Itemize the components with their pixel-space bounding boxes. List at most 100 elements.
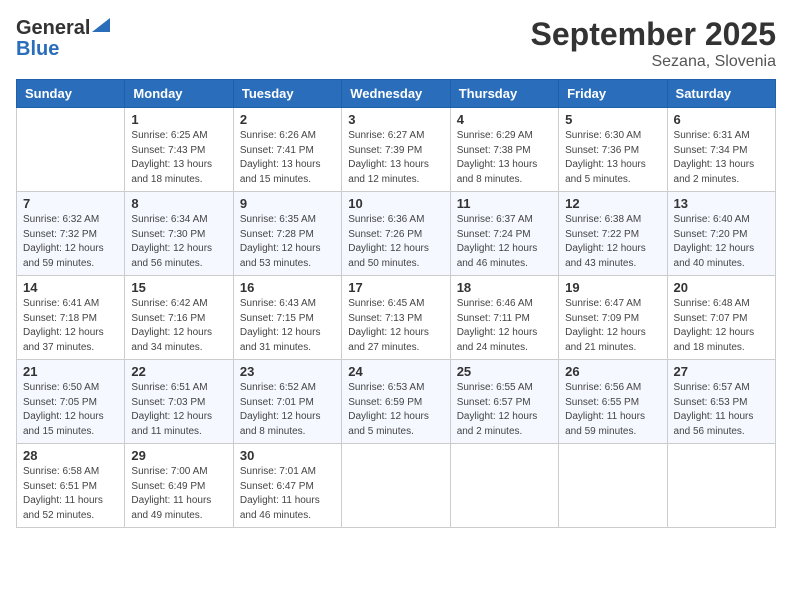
day-number: 13 [674,196,769,211]
day-number: 28 [23,448,118,463]
day-number: 17 [348,280,443,295]
day-number: 19 [565,280,660,295]
table-row: 18 Sunrise: 6:46 AMSunset: 7:11 PMDaylig… [450,276,558,360]
day-info: Sunrise: 6:57 AMSunset: 6:53 PMDaylight:… [674,381,769,439]
table-row: 20 Sunrise: 6:48 AMSunset: 7:07 PMDaylig… [667,276,775,360]
day-info: Sunrise: 6:45 AMSunset: 7:13 PMDaylight:… [348,297,443,355]
table-row: 27 Sunrise: 6:57 AMSunset: 6:53 PMDaylig… [667,360,775,444]
logo-general-text: General [16,18,90,38]
table-row [342,444,450,528]
logo-blue-text: Blue [16,39,59,59]
table-row: 28 Sunrise: 6:58 AMSunset: 6:51 PMDaylig… [17,444,125,528]
day-info: Sunrise: 6:55 AMSunset: 6:57 PMDaylight:… [457,381,552,439]
day-info: Sunrise: 6:58 AMSunset: 6:51 PMDaylight:… [23,465,118,523]
table-row: 4 Sunrise: 6:29 AMSunset: 7:38 PMDayligh… [450,108,558,192]
table-row: 22 Sunrise: 6:51 AMSunset: 7:03 PMDaylig… [125,360,233,444]
table-row: 13 Sunrise: 6:40 AMSunset: 7:20 PMDaylig… [667,192,775,276]
table-row: 23 Sunrise: 6:52 AMSunset: 7:01 PMDaylig… [233,360,341,444]
day-info: Sunrise: 6:27 AMSunset: 7:39 PMDaylight:… [348,129,443,187]
table-row: 8 Sunrise: 6:34 AMSunset: 7:30 PMDayligh… [125,192,233,276]
title-block: September 2025 Sezana, Slovenia [531,16,776,71]
day-number: 29 [131,448,226,463]
table-row: 29 Sunrise: 7:00 AMSunset: 6:49 PMDaylig… [125,444,233,528]
day-info: Sunrise: 6:34 AMSunset: 7:30 PMDaylight:… [131,213,226,271]
table-row: 2 Sunrise: 6:26 AMSunset: 7:41 PMDayligh… [233,108,341,192]
day-info: Sunrise: 6:43 AMSunset: 7:15 PMDaylight:… [240,297,335,355]
table-row: 24 Sunrise: 6:53 AMSunset: 6:59 PMDaylig… [342,360,450,444]
day-number: 6 [674,112,769,127]
col-friday: Friday [559,80,667,108]
col-saturday: Saturday [667,80,775,108]
table-row: 9 Sunrise: 6:35 AMSunset: 7:28 PMDayligh… [233,192,341,276]
calendar-title: September 2025 [531,16,776,53]
day-info: Sunrise: 6:38 AMSunset: 7:22 PMDaylight:… [565,213,660,271]
table-row: 21 Sunrise: 6:50 AMSunset: 7:05 PMDaylig… [17,360,125,444]
day-info: Sunrise: 6:47 AMSunset: 7:09 PMDaylight:… [565,297,660,355]
calendar-week-row: 7 Sunrise: 6:32 AMSunset: 7:32 PMDayligh… [17,192,776,276]
day-number: 1 [131,112,226,127]
day-number: 25 [457,364,552,379]
table-row: 6 Sunrise: 6:31 AMSunset: 7:34 PMDayligh… [667,108,775,192]
day-number: 26 [565,364,660,379]
day-info: Sunrise: 6:42 AMSunset: 7:16 PMDaylight:… [131,297,226,355]
table-row: 26 Sunrise: 6:56 AMSunset: 6:55 PMDaylig… [559,360,667,444]
table-row: 5 Sunrise: 6:30 AMSunset: 7:36 PMDayligh… [559,108,667,192]
calendar-header-row: Sunday Monday Tuesday Wednesday Thursday… [17,80,776,108]
day-number: 20 [674,280,769,295]
table-row [667,444,775,528]
day-number: 4 [457,112,552,127]
day-info: Sunrise: 6:46 AMSunset: 7:11 PMDaylight:… [457,297,552,355]
day-info: Sunrise: 7:01 AMSunset: 6:47 PMDaylight:… [240,465,335,523]
day-number: 23 [240,364,335,379]
day-info: Sunrise: 6:32 AMSunset: 7:32 PMDaylight:… [23,213,118,271]
table-row: 25 Sunrise: 6:55 AMSunset: 6:57 PMDaylig… [450,360,558,444]
day-info: Sunrise: 6:30 AMSunset: 7:36 PMDaylight:… [565,129,660,187]
calendar-subtitle: Sezana, Slovenia [531,53,776,71]
day-info: Sunrise: 6:31 AMSunset: 7:34 PMDaylight:… [674,129,769,187]
day-number: 14 [23,280,118,295]
day-info: Sunrise: 6:36 AMSunset: 7:26 PMDaylight:… [348,213,443,271]
table-row: 10 Sunrise: 6:36 AMSunset: 7:26 PMDaylig… [342,192,450,276]
day-info: Sunrise: 6:50 AMSunset: 7:05 PMDaylight:… [23,381,118,439]
page-header: General Blue September 2025 Sezana, Slov… [16,16,776,71]
day-info: Sunrise: 6:35 AMSunset: 7:28 PMDaylight:… [240,213,335,271]
day-number: 16 [240,280,335,295]
col-sunday: Sunday [17,80,125,108]
table-row: 19 Sunrise: 6:47 AMSunset: 7:09 PMDaylig… [559,276,667,360]
calendar-week-row: 28 Sunrise: 6:58 AMSunset: 6:51 PMDaylig… [17,444,776,528]
day-number: 18 [457,280,552,295]
table-row: 15 Sunrise: 6:42 AMSunset: 7:16 PMDaylig… [125,276,233,360]
day-number: 2 [240,112,335,127]
day-info: Sunrise: 6:40 AMSunset: 7:20 PMDaylight:… [674,213,769,271]
day-info: Sunrise: 6:56 AMSunset: 6:55 PMDaylight:… [565,381,660,439]
table-row: 12 Sunrise: 6:38 AMSunset: 7:22 PMDaylig… [559,192,667,276]
day-number: 11 [457,196,552,211]
day-info: Sunrise: 7:00 AMSunset: 6:49 PMDaylight:… [131,465,226,523]
day-number: 7 [23,196,118,211]
day-number: 5 [565,112,660,127]
day-number: 10 [348,196,443,211]
day-number: 30 [240,448,335,463]
day-info: Sunrise: 6:26 AMSunset: 7:41 PMDaylight:… [240,129,335,187]
day-number: 3 [348,112,443,127]
table-row: 14 Sunrise: 6:41 AMSunset: 7:18 PMDaylig… [17,276,125,360]
day-info: Sunrise: 6:29 AMSunset: 7:38 PMDaylight:… [457,129,552,187]
table-row: 7 Sunrise: 6:32 AMSunset: 7:32 PMDayligh… [17,192,125,276]
table-row [17,108,125,192]
day-number: 27 [674,364,769,379]
col-wednesday: Wednesday [342,80,450,108]
calendar-week-row: 21 Sunrise: 6:50 AMSunset: 7:05 PMDaylig… [17,360,776,444]
table-row: 17 Sunrise: 6:45 AMSunset: 7:13 PMDaylig… [342,276,450,360]
logo-icon [92,14,110,32]
table-row: 1 Sunrise: 6:25 AMSunset: 7:43 PMDayligh… [125,108,233,192]
day-number: 21 [23,364,118,379]
calendar-week-row: 14 Sunrise: 6:41 AMSunset: 7:18 PMDaylig… [17,276,776,360]
day-number: 15 [131,280,226,295]
day-info: Sunrise: 6:25 AMSunset: 7:43 PMDaylight:… [131,129,226,187]
logo: General Blue [16,16,110,59]
day-info: Sunrise: 6:48 AMSunset: 7:07 PMDaylight:… [674,297,769,355]
day-number: 8 [131,196,226,211]
table-row: 3 Sunrise: 6:27 AMSunset: 7:39 PMDayligh… [342,108,450,192]
table-row [559,444,667,528]
day-info: Sunrise: 6:51 AMSunset: 7:03 PMDaylight:… [131,381,226,439]
